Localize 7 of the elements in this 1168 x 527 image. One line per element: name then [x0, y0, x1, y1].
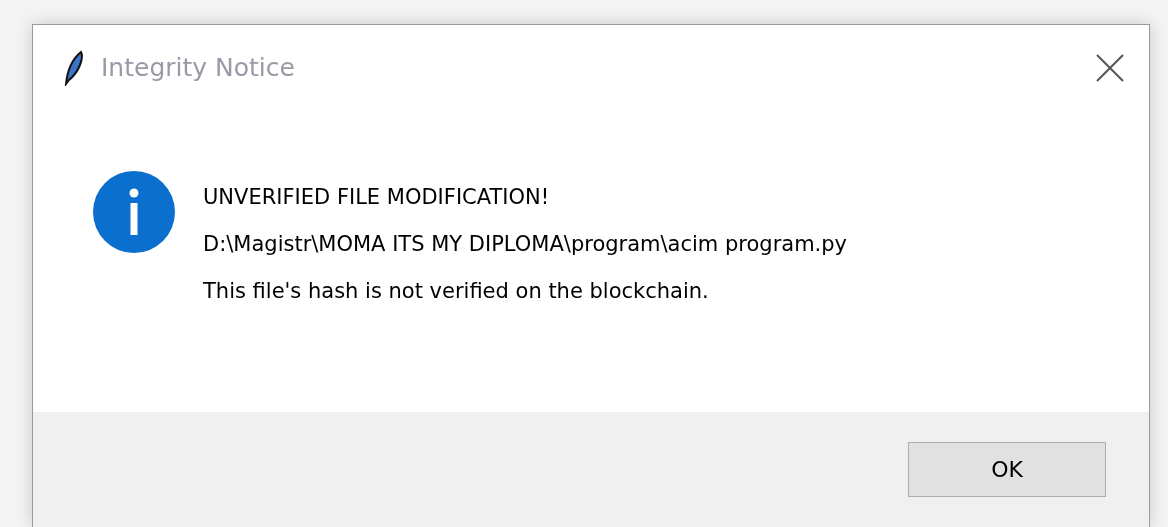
window-title: Integrity Notice: [101, 52, 296, 85]
message-heading: UNVERIFIED FILE MODIFICATION!: [203, 185, 551, 211]
file-path: D:\Magistr\MOMA ITS MY DIPLOMA\program\acim program.py: [203, 232, 848, 258]
ok-button[interactable]: OK: [908, 442, 1106, 497]
message-text: This file's hash is not verified on the blockchain.: [203, 279, 710, 305]
info-icon: [93, 171, 175, 253]
feather-icon: [63, 50, 85, 86]
